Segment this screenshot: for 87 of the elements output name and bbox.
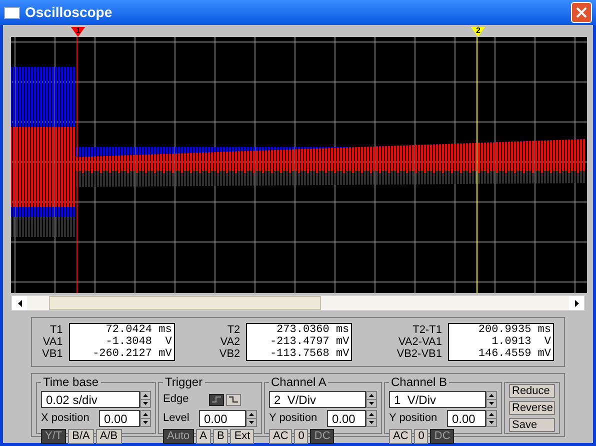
cursor-number: 1 [76, 27, 80, 35]
right-arrow-icon [574, 300, 578, 306]
toggle-button[interactable]: 0 [294, 429, 308, 444]
down-arrow-icon [369, 402, 374, 405]
field-label: X position [41, 411, 90, 426]
spin-control[interactable] [246, 410, 257, 427]
number-field[interactable]: 1 V/Div [389, 391, 486, 408]
number-field[interactable]: 0.02 s/div [41, 391, 140, 408]
toggle-button[interactable]: Auto [163, 429, 194, 444]
readout-label: VA1 [42, 336, 63, 348]
falling-edge-icon [229, 396, 238, 403]
left-arrow-icon [18, 300, 22, 306]
toggle-button[interactable]: A [196, 429, 211, 444]
down-arrow-icon [489, 421, 494, 424]
group-title: Channel B [389, 375, 450, 389]
spin-control[interactable] [366, 410, 377, 427]
field-label: Level [163, 411, 190, 426]
group-title: Trigger [163, 375, 205, 389]
up-arrow-icon [143, 413, 148, 416]
toggle-button[interactable]: 0 [414, 429, 428, 444]
spin-control[interactable] [486, 410, 497, 427]
up-arrow-icon [369, 413, 374, 416]
scroll-thumb[interactable] [49, 296, 321, 310]
readout-label: VA2-VA1 [398, 336, 442, 348]
down-arrow-icon [143, 421, 148, 424]
number-field[interactable]: 0.00 [99, 410, 140, 427]
down-arrow-icon [143, 402, 148, 405]
readout-label: VB1 [42, 348, 63, 360]
field-label: Edge [163, 392, 190, 408]
readout-label: T2-T1 [412, 324, 442, 336]
spin-control[interactable] [486, 391, 497, 408]
edge-button[interactable] [226, 394, 241, 406]
readout-value: 200.9935 ms [478, 324, 551, 336]
group-title: Channel A [269, 375, 328, 389]
readout-value: 146.4559 mV [478, 348, 551, 360]
readout-value: 72.0424 ms [106, 324, 172, 336]
spin-control[interactable] [140, 391, 151, 408]
rising-edge-icon [212, 396, 221, 403]
down-arrow-icon [489, 402, 494, 405]
up-arrow-icon [143, 394, 148, 397]
action-button[interactable]: Reduce [509, 384, 555, 398]
spin-control[interactable] [366, 391, 377, 408]
scroll-left-button[interactable] [12, 296, 27, 310]
down-arrow-icon [249, 421, 254, 424]
readout-value: -213.4797 mV [270, 336, 350, 348]
toggle-button[interactable]: AC [269, 429, 292, 444]
toggle-button[interactable]: DC [430, 429, 454, 444]
toggle-button[interactable]: Y/T [41, 429, 66, 444]
edge-button[interactable] [209, 394, 224, 406]
readout-value: -113.7568 mV [270, 348, 350, 360]
cursor-number: 2 [476, 27, 480, 35]
action-button[interactable]: Reverse [509, 401, 555, 415]
toggle-button[interactable]: B/A [68, 429, 94, 444]
readout-label: T1 [50, 324, 63, 336]
up-arrow-icon [249, 413, 254, 416]
readout-label: VB2-VB1 [396, 348, 442, 360]
down-arrow-icon [369, 421, 374, 424]
window-icon [4, 6, 20, 18]
number-field[interactable]: 0.00 [327, 410, 366, 427]
scroll-right-button[interactable] [569, 296, 584, 310]
readout-value: -1.3048 V [106, 336, 172, 348]
field-label: Y position [389, 411, 438, 426]
readout-label: VB2 [219, 348, 240, 360]
close-button[interactable] [571, 2, 592, 23]
window-title: Oscilloscope [25, 3, 114, 22]
field-label: Y position [269, 411, 318, 426]
spin-control[interactable] [140, 410, 151, 427]
up-arrow-icon [489, 413, 494, 416]
toggle-button[interactable]: A/B [96, 429, 122, 444]
scroll-bar[interactable] [11, 295, 585, 311]
toggle-button[interactable]: DC [310, 429, 334, 444]
number-field[interactable]: 0.00 [447, 410, 486, 427]
toggle-button[interactable]: AC [389, 429, 412, 444]
readout-value: 1.0913 V [492, 336, 551, 348]
up-arrow-icon [369, 394, 374, 397]
readout-value: 273.0360 ms [276, 324, 350, 336]
close-icon [576, 7, 587, 18]
toggle-button[interactable]: B [212, 429, 228, 444]
number-field[interactable]: 0.00 [199, 410, 246, 427]
readout-label: VA2 [220, 336, 240, 348]
action-button[interactable]: Save [509, 418, 555, 432]
toggle-button[interactable]: Ext [230, 429, 254, 444]
up-arrow-icon [489, 394, 494, 397]
readout-value: -260.2127 mV [92, 348, 172, 360]
readout-label: T2 [227, 324, 240, 336]
number-field[interactable]: 2 V/Div [269, 391, 366, 408]
group-title: Time base [41, 375, 101, 389]
